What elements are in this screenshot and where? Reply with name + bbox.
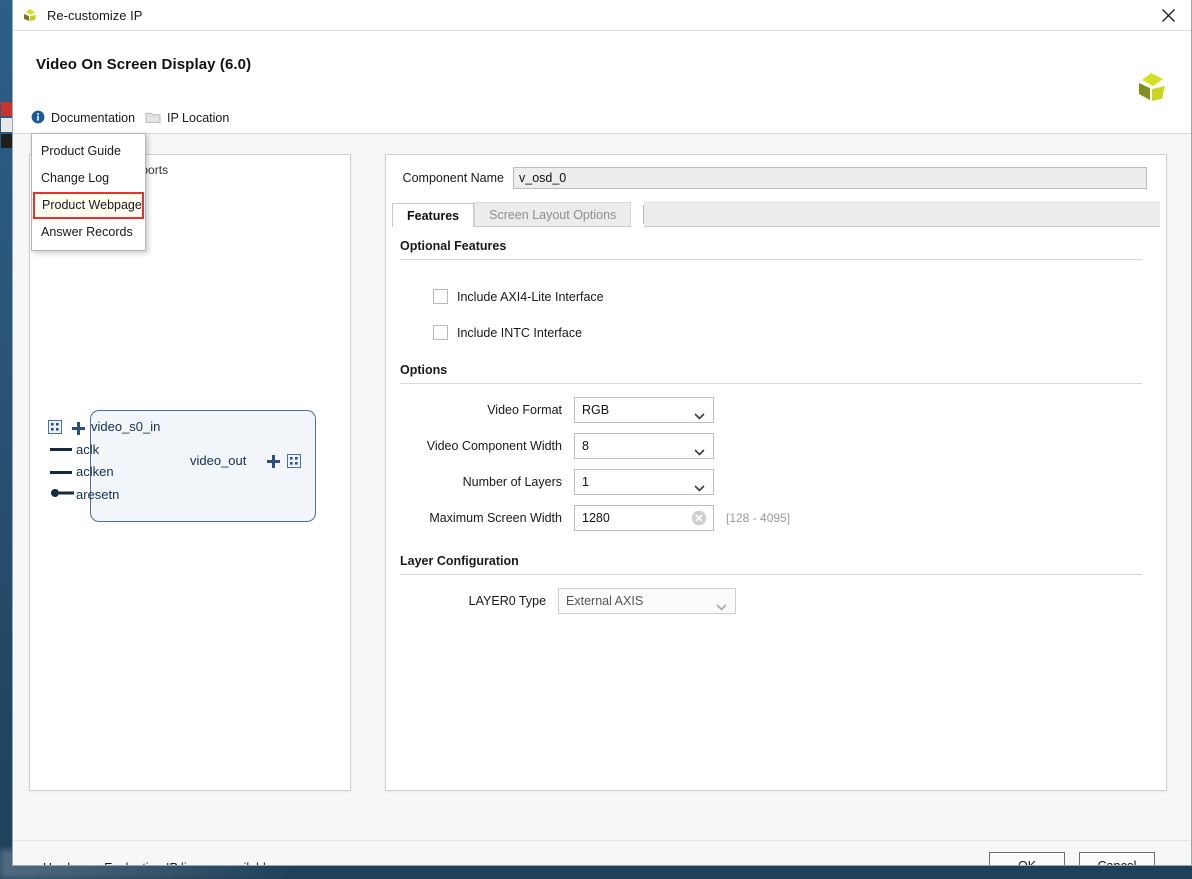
section-title-options: Options (400, 363, 448, 377)
info-circle-icon (31, 110, 45, 127)
field-maximum-screen-width: Maximum Screen Width 1280 [128 - 4095] (406, 505, 886, 531)
expand-video-out-icon[interactable] (267, 455, 280, 473)
port-label-video-out: video_out (190, 453, 247, 468)
menu-item-product-webpage[interactable]: Product Webpage (33, 192, 144, 219)
dialog-footer: Hardware_Evaluation IP license available… (13, 840, 1191, 865)
combo-number-of-layers[interactable]: 1 (574, 469, 714, 495)
menu-item-change-log[interactable]: Change Log (32, 165, 145, 192)
chevron-down-icon (694, 479, 705, 497)
combo-value-number-of-layers: 1 (582, 475, 589, 489)
ip-config-panel: Component Name Features Screen Layout Op… (385, 154, 1167, 791)
recustomize-ip-dialog: Re-customize IP Video On Screen Display … (12, 0, 1192, 866)
value-maximum-screen-width: 1280 (582, 511, 610, 525)
section-rule-layer-configuration (400, 574, 1142, 575)
combo-value-video-component-width: 8 (582, 439, 589, 453)
label-number-of-layers: Number of Layers (462, 475, 562, 489)
license-status: Hardware_Evaluation IP license available (43, 861, 273, 865)
field-video-component-width: Video Component Width 8 (406, 433, 736, 459)
combo-video-component-width[interactable]: 8 (574, 433, 714, 459)
tab-screen-layout-options[interactable]: Screen Layout Options (474, 202, 632, 227)
menu-item-answer-records[interactable]: Answer Records (32, 219, 145, 246)
input-maximum-screen-width[interactable]: 1280 (574, 505, 714, 531)
ip-location-button[interactable]: IP Location (145, 103, 229, 133)
combo-video-format[interactable]: RGB (574, 397, 714, 423)
port-label-aclken: aclken (76, 464, 114, 479)
page-title: Video On Screen Display (6.0) (36, 56, 252, 73)
documentation-label: Documentation (51, 111, 136, 125)
documentation-button[interactable]: Documentation (31, 103, 135, 133)
ok-button[interactable]: OK (989, 852, 1065, 865)
close-icon[interactable] (1145, 0, 1191, 30)
dialog-title: Re-customize IP (47, 7, 143, 23)
component-name-row: Component Name (386, 155, 1166, 201)
ip-location-label: IP Location (167, 111, 230, 125)
documentation-dropdown-menu: Product Guide Change Log Product Webpage… (31, 133, 146, 251)
cancel-button[interactable]: Cancel (1079, 852, 1155, 865)
xilinx-logo-icon (21, 6, 39, 24)
field-video-format: Video Format RGB (406, 397, 736, 423)
tab-features[interactable]: Features (392, 203, 475, 228)
ip-block-diagram: video_s0_in aclk aclken aresetn video_ou… (42, 400, 332, 530)
expand-video-s0-in-icon[interactable] (72, 422, 85, 440)
chevron-down-icon (694, 407, 705, 425)
dialog-titlebar: Re-customize IP (13, 0, 1191, 31)
checkbox-include-axi4-lite[interactable]: Include AXI4-Lite Interface (433, 289, 604, 304)
checkbox-box-axi4-lite (433, 289, 448, 304)
config-tabstrip: Features Screen Layout Options (392, 201, 1160, 228)
label-video-component-width: Video Component Width (426, 439, 562, 453)
documentation-bar: Documentation IP Location (13, 103, 1191, 134)
checkbox-box-intc (433, 325, 448, 340)
port-label-aclk: aclk (76, 442, 100, 457)
field-number-of-layers: Number of Layers 1 (406, 469, 736, 495)
inverted-pin-icon (50, 486, 74, 505)
combo-layer0-type[interactable]: External AXIS (558, 588, 736, 614)
menu-item-product-guide[interactable]: Product Guide (32, 138, 145, 165)
checkbox-include-intc[interactable]: Include INTC Interface (433, 325, 582, 340)
pin-icon (50, 448, 72, 451)
section-rule-options (400, 383, 1142, 384)
section-rule-optional-features (400, 259, 1142, 260)
label-layer0-type: LAYER0 Type (468, 594, 547, 608)
section-title-layer-configuration: Layer Configuration (400, 554, 519, 568)
component-name-input[interactable] (513, 167, 1147, 189)
tab-spacer (644, 201, 1160, 227)
hint-maximum-screen-width: [128 - 4095] (726, 511, 791, 525)
folder-icon (145, 110, 161, 127)
bus-interface-icon[interactable] (287, 454, 303, 473)
checkbox-label-axi4-lite: Include AXI4-Lite Interface (457, 289, 604, 304)
features-tab-content: Optional Features Include AXI4-Lite Inte… (392, 227, 1160, 784)
xilinx-logo-icon (1133, 69, 1169, 105)
port-label-video-s0-in: video_s0_in (91, 419, 161, 434)
dialog-body: Show disabled ports (13, 134, 1191, 840)
combo-value-video-format: RGB (582, 403, 610, 417)
chevron-down-icon (694, 443, 705, 461)
bus-interface-icon[interactable] (48, 420, 64, 439)
port-label-aresetn: aresetn (76, 487, 120, 502)
label-video-format: Video Format (487, 403, 562, 417)
label-maximum-screen-width: Maximum Screen Width (429, 511, 562, 525)
combo-value-layer0-type: External AXIS (566, 594, 644, 608)
dialog-header: Video On Screen Display (6.0) (13, 31, 1191, 103)
clear-circle-icon[interactable] (691, 510, 707, 531)
field-layer0-type: LAYER0 Type External AXIS (406, 588, 736, 614)
pin-icon (50, 471, 72, 474)
chevron-down-icon (716, 598, 727, 616)
checkbox-label-intc: Include INTC Interface (457, 325, 583, 340)
section-title-optional-features: Optional Features (400, 239, 507, 253)
component-name-label: Component Name (402, 171, 504, 185)
